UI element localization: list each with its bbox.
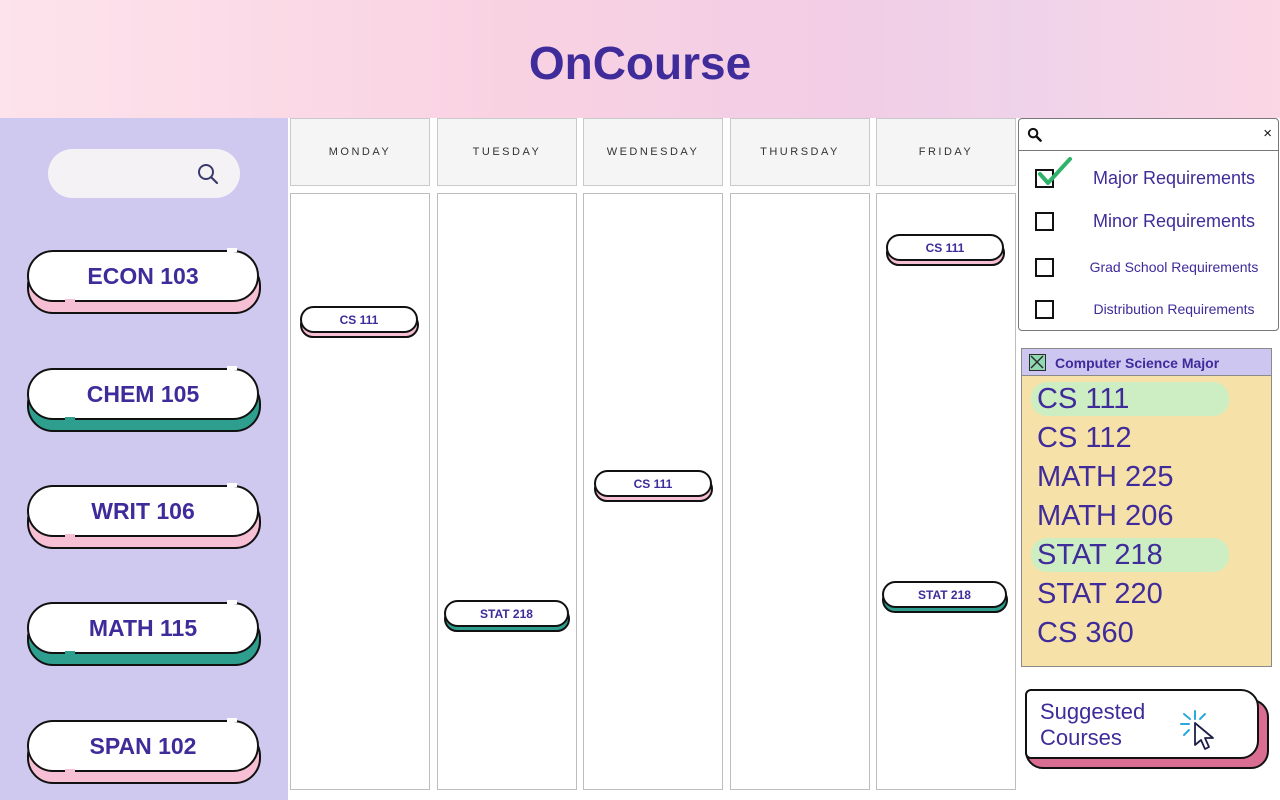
day-header-friday: FRIDAY	[876, 118, 1016, 186]
app-title: OnCourse	[528, 37, 752, 89]
day-column-monday[interactable]	[290, 193, 430, 790]
day-header-wednesday: WEDNESDAY	[583, 118, 723, 186]
major-panel-title: Computer Science Major	[1055, 354, 1220, 371]
major-course-cs-112[interactable]: CS 112	[1037, 421, 1132, 455]
event-chip-wednesday-cs-111[interactable]: CS 111	[594, 470, 714, 502]
app-header: OnCourse	[0, 0, 1280, 118]
filter-option-label: Minor Requirements	[1092, 210, 1256, 231]
filter-option-grad-school[interactable]: Grad School Requirements	[1035, 252, 1275, 282]
filter-option-minor[interactable]: Minor Requirements	[1035, 206, 1275, 236]
major-course-cs-111[interactable]: CS 111	[1031, 382, 1229, 416]
event-chip-label: CS 111	[594, 470, 712, 497]
major-course-stat-218[interactable]: STAT 218	[1031, 538, 1229, 572]
major-panel-header: Computer Science Major	[1022, 349, 1271, 376]
filter-search-input[interactable]: ×	[1019, 119, 1278, 151]
course-button-math-115[interactable]: MATH 115	[27, 600, 261, 666]
major-course-stat-220[interactable]: STAT 220	[1037, 577, 1163, 611]
course-button-writ-106[interactable]: WRIT 106	[27, 483, 261, 549]
course-button-label: ECON 103	[27, 250, 259, 302]
course-button-label: CHEM 105	[27, 368, 259, 420]
event-chip-tuesday-stat-218[interactable]: STAT 218	[444, 600, 571, 632]
course-button-chem-105[interactable]: CHEM 105	[27, 366, 261, 432]
filter-option-distribution[interactable]: Distribution Requirements	[1035, 294, 1275, 324]
course-button-label: MATH 115	[27, 602, 259, 654]
major-course-cs-360[interactable]: CS 360	[1037, 616, 1134, 650]
filter-option-major[interactable]: Major Requirements	[1035, 157, 1275, 193]
close-panel-icon[interactable]	[1029, 354, 1046, 371]
day-header-monday: MONDAY	[290, 118, 430, 186]
clear-search-icon[interactable]: ×	[1263, 125, 1272, 142]
major-course-math-225[interactable]: MATH 225	[1037, 460, 1173, 494]
course-button-label: SPAN 102	[27, 720, 259, 772]
search-icon	[1027, 127, 1042, 142]
course-button-econ-103[interactable]: ECON 103	[27, 248, 261, 314]
major-course-math-206[interactable]: MATH 206	[1037, 499, 1173, 533]
course-button-span-102[interactable]: SPAN 102	[27, 718, 261, 784]
day-header-tuesday: TUESDAY	[437, 118, 577, 186]
event-chip-friday-stat-218[interactable]: STAT 218	[882, 581, 1009, 613]
requirement-filter-panel: × Major Requirements Minor Requirements …	[1018, 118, 1279, 331]
event-chip-monday-cs-111[interactable]: CS 111	[300, 306, 420, 338]
event-chip-label: STAT 218	[882, 581, 1007, 608]
event-chip-label: STAT 218	[444, 600, 569, 627]
event-chip-friday-cs-111[interactable]: CS 111	[886, 234, 1006, 266]
event-chip-label: CS 111	[300, 306, 418, 333]
course-button-label: WRIT 106	[27, 485, 259, 537]
event-chip-label: CS 111	[886, 234, 1004, 261]
major-requirements-panel: Computer Science Major CS 111 CS 112 MAT…	[1021, 348, 1272, 667]
minor-requirements-checkbox[interactable]	[1035, 212, 1054, 231]
filter-option-label: Distribution Requirements	[1093, 301, 1255, 317]
day-column-thursday[interactable]	[730, 193, 870, 790]
course-sidebar: ECON 103 CHEM 105 WRIT 106 MATH 115 SPAN…	[0, 118, 288, 800]
day-column-tuesday[interactable]	[437, 193, 577, 790]
distribution-requirements-checkbox[interactable]	[1035, 300, 1054, 319]
click-cursor-icon	[1180, 710, 1214, 750]
suggested-courses-button[interactable]: Suggested Courses	[1025, 689, 1271, 771]
filter-option-label: Major Requirements	[1092, 167, 1256, 188]
sidebar-search-input[interactable]	[48, 149, 240, 198]
checkmark-icon	[1038, 157, 1072, 185]
filter-option-label: Grad School Requirements	[1089, 259, 1259, 275]
search-icon[interactable]	[196, 162, 220, 186]
suggested-courses-label: Suggested Courses	[1040, 699, 1146, 750]
grad-school-requirements-checkbox[interactable]	[1035, 258, 1054, 277]
day-header-thursday: THURSDAY	[730, 118, 870, 186]
day-column-friday[interactable]	[876, 193, 1016, 790]
